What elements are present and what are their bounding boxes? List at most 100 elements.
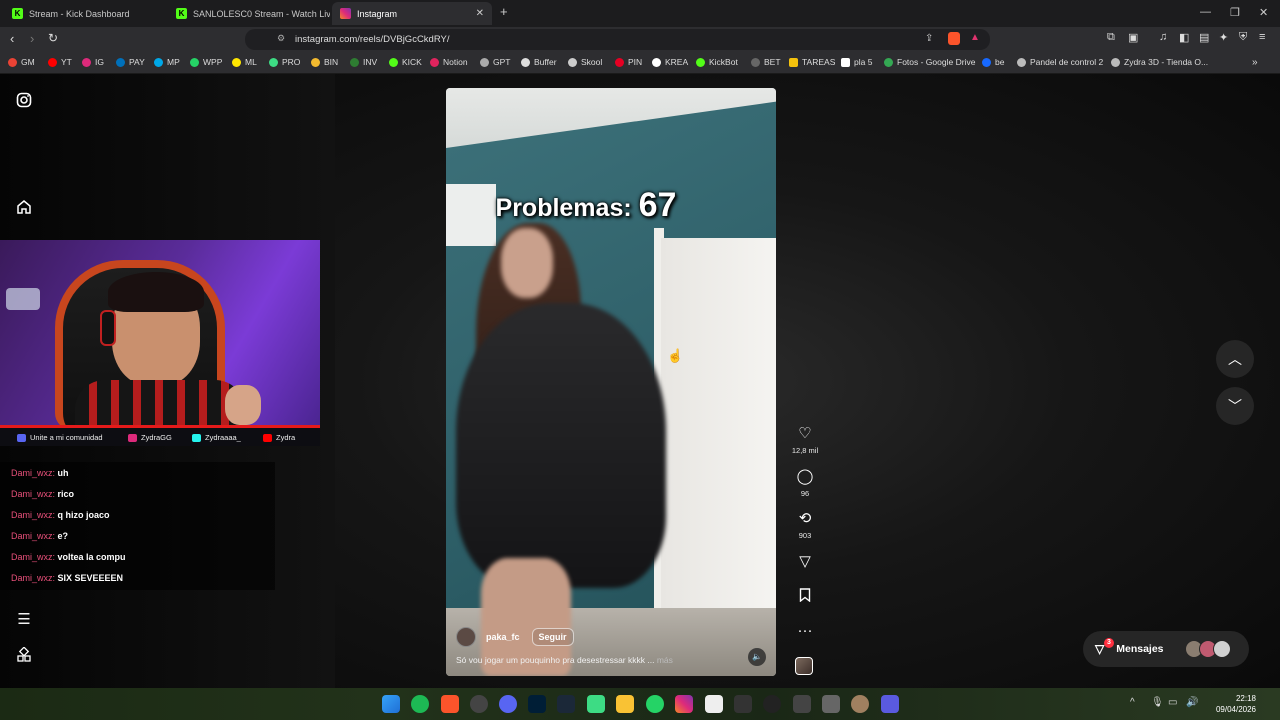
repost-count: 903: [798, 531, 812, 540]
instagram-icon[interactable]: [675, 695, 693, 713]
bookmark-buffer[interactable]: Buffer: [521, 57, 557, 67]
extensions-icon[interactable]: ⧉: [1107, 31, 1115, 44]
share-button[interactable]: ▽: [790, 553, 820, 571]
media-icon[interactable]: ♫: [1159, 31, 1167, 43]
bookmark-gm[interactable]: GM: [8, 57, 35, 67]
bookmark-kickbot[interactable]: KickBot: [696, 57, 738, 67]
bookmark-notion[interactable]: Notion: [430, 57, 468, 67]
home-icon[interactable]: [15, 199, 33, 217]
show-hidden-icons[interactable]: ^: [1130, 697, 1135, 708]
app-icon[interactable]: [881, 695, 899, 713]
url-field[interactable]: ⚙ instagram.com/reels/DVBjGcCkdRY/ ⇪ ▲: [245, 29, 990, 50]
bookmark-ml[interactable]: ML: [232, 57, 257, 67]
maximize-button[interactable]: ❐: [1230, 6, 1240, 19]
bookmark-zydra3d[interactable]: Zydra 3D - Tienda O...: [1111, 57, 1208, 67]
network-icon[interactable]: ▭: [1168, 697, 1177, 708]
more-menu-icon[interactable]: ☰: [15, 610, 33, 628]
author-avatar[interactable]: [456, 627, 476, 647]
close-tab-icon[interactable]: ✕: [476, 8, 484, 19]
bookmark-gpt[interactable]: GPT: [480, 57, 510, 67]
bookmark-pla5[interactable]: pla 5: [841, 57, 872, 67]
whatsapp-icon[interactable]: [646, 695, 664, 713]
next-reel-button[interactable]: ﹀: [1216, 387, 1254, 425]
system-clock[interactable]: 22:18 09/04/2026: [1206, 693, 1256, 715]
bookmark-google-drive[interactable]: Fotos - Google Drive: [884, 57, 975, 67]
mute-button[interactable]: 🔈: [748, 648, 766, 666]
social-youtube: Zydra: [263, 433, 295, 442]
caption-more-link[interactable]: más: [657, 655, 673, 665]
app-icon[interactable]: [822, 695, 840, 713]
start-menu-icon[interactable]: [382, 695, 400, 713]
chat-message: Dami_wxz: q hizo joaco: [11, 510, 110, 520]
screenshot-icon[interactable]: ▣: [1128, 31, 1138, 44]
bookmark-be[interactable]: be: [982, 57, 1004, 67]
site-info-icon[interactable]: ⚙: [277, 33, 285, 44]
back-button[interactable]: ‹: [10, 31, 14, 46]
new-tab-button[interactable]: +: [500, 4, 508, 19]
like-button[interactable]: ♡ 12,8 mil: [790, 425, 820, 455]
bookmark-bin[interactable]: BIN: [311, 57, 338, 67]
tab-kick-dashboard[interactable]: K Stream - Kick Dashboard: [4, 2, 164, 25]
message-avatars: [1185, 640, 1231, 658]
tab-instagram[interactable]: Instagram ✕: [332, 2, 492, 25]
spotify-icon[interactable]: [411, 695, 429, 713]
bookmark-yt[interactable]: YT: [48, 57, 72, 67]
social-tiktok: Zydraaaa_: [192, 433, 241, 442]
bookmark-pro[interactable]: PRO: [269, 57, 300, 67]
forward-button[interactable]: ›: [30, 31, 34, 46]
app-icon[interactable]: [851, 695, 869, 713]
vpn-icon[interactable]: ⛨: [1239, 31, 1247, 44]
sidebar-icon[interactable]: ◧: [1179, 31, 1189, 44]
close-window-button[interactable]: ✕: [1259, 6, 1268, 19]
bookmark-tareas[interactable]: TAREAS: [789, 57, 835, 67]
brave-rewards-icon[interactable]: ▲: [970, 32, 980, 43]
more-bookmarks-icon[interactable]: »: [1252, 57, 1258, 68]
volume-icon[interactable]: 🔊: [1186, 697, 1198, 708]
bookmark-pin[interactable]: PIN: [615, 57, 642, 67]
messages-button[interactable]: ▽ 3 Mensajes: [1083, 631, 1249, 667]
reload-button[interactable]: ↻: [48, 31, 58, 45]
app-icon[interactable]: [587, 695, 605, 713]
app-icon[interactable]: [470, 695, 488, 713]
obs-icon[interactable]: [763, 695, 781, 713]
comment-button[interactable]: ◯ 96: [790, 468, 820, 498]
brave-browser-icon[interactable]: [441, 695, 459, 713]
bookmark-inv[interactable]: INV: [350, 57, 377, 67]
leo-ai-icon[interactable]: ✦: [1219, 31, 1228, 44]
reel-video[interactable]: [446, 88, 776, 676]
previous-reel-button[interactable]: ︿: [1216, 340, 1254, 378]
bookmark-mp[interactable]: MP: [154, 57, 180, 67]
microphone-icon[interactable]: 🎙: [1151, 697, 1164, 708]
save-button[interactable]: [790, 588, 820, 607]
original-audio-thumbnail[interactable]: [795, 657, 813, 675]
steam-icon[interactable]: [557, 695, 575, 713]
bookmark-krea[interactable]: KREA: [652, 57, 688, 67]
capcut-icon[interactable]: [734, 695, 752, 713]
bookmark-ig[interactable]: IG: [82, 57, 104, 67]
discord-icon[interactable]: [499, 695, 517, 713]
minimize-button[interactable]: —: [1200, 6, 1211, 18]
wallet-icon[interactable]: ▤: [1199, 31, 1209, 44]
instagram-logo-icon[interactable]: [15, 92, 33, 110]
bookmark-wpp[interactable]: WPP: [190, 57, 222, 67]
brave-shields-icon[interactable]: [948, 32, 960, 45]
tab-kick-stream[interactable]: K SANLOLESC0 Stream - Watch Live on: [168, 2, 330, 25]
follow-button[interactable]: Seguir: [531, 628, 574, 646]
menu-icon[interactable]: ≡: [1259, 31, 1265, 43]
also-from-meta-icon[interactable]: [15, 646, 33, 665]
notion-icon[interactable]: [705, 695, 723, 713]
bookmark-kick[interactable]: KICK: [389, 57, 422, 67]
reel-caption: Só vou jogar um pouquinho pra desestress…: [456, 655, 673, 665]
more-options-button[interactable]: ···: [790, 622, 820, 640]
repost-button[interactable]: ⟲ 903: [790, 510, 820, 540]
striped-shirt: [75, 380, 245, 428]
bookmark-pay[interactable]: PAY: [116, 57, 145, 67]
bookmark-panel[interactable]: Pandel de control 2: [1017, 57, 1103, 67]
app-icon[interactable]: [793, 695, 811, 713]
bookmark-skool[interactable]: Skool: [568, 57, 602, 67]
photoshop-icon[interactable]: [528, 695, 546, 713]
file-explorer-icon[interactable]: [616, 695, 634, 713]
author-username[interactable]: paka_fc: [486, 632, 520, 642]
bookmark-bet[interactable]: BET: [751, 57, 781, 67]
share-icon[interactable]: ⇪: [925, 33, 933, 44]
